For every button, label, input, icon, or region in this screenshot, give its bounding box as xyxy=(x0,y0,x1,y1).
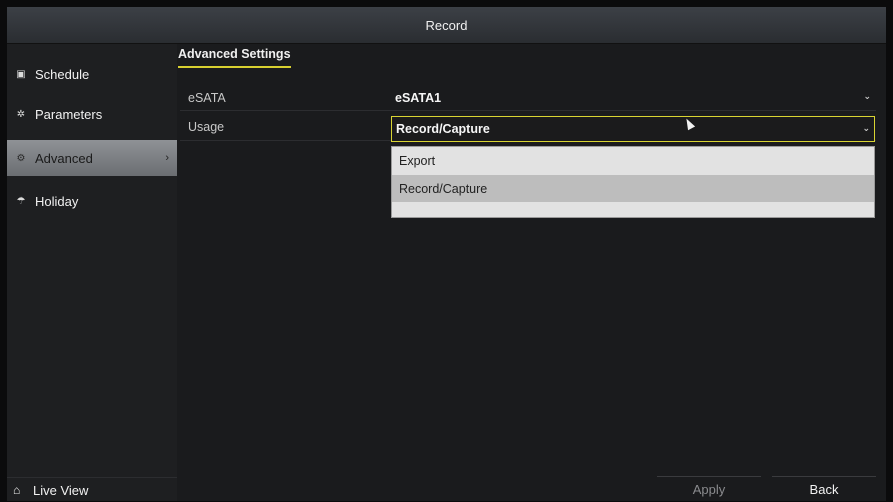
row-divider xyxy=(180,110,876,111)
dropdown-option-record-capture[interactable]: Record/Capture xyxy=(392,175,874,202)
home-icon: ⌂ xyxy=(13,483,21,497)
live-view-label: Live View xyxy=(33,482,89,498)
back-button[interactable]: Back xyxy=(772,476,876,502)
chevron-right-icon: › xyxy=(165,152,169,164)
usage-select[interactable]: Record/Capture ⌄ xyxy=(391,116,875,142)
advanced-gears-icon: ⚙ xyxy=(16,152,26,164)
usage-label: Usage xyxy=(188,120,225,134)
sidebar: ▣ Schedule ✲ Parameters ⚙ Advanced › ☂ H… xyxy=(7,44,177,501)
sidebar-item-holiday[interactable]: ☂ Holiday xyxy=(7,183,177,219)
sidebar-item-label: Schedule xyxy=(35,66,90,82)
esata-label: eSATA xyxy=(188,91,226,105)
sidebar-item-label: Parameters xyxy=(35,106,103,122)
usage-value: Record/Capture xyxy=(396,122,490,136)
usage-dropdown-list: Export Record/Capture xyxy=(391,146,875,218)
tab-advanced-settings[interactable]: Advanced Settings xyxy=(178,47,291,68)
chevron-down-icon: ⌄ xyxy=(863,91,871,101)
record-window: Record ▣ Schedule ✲ Parameters ⚙ Advance… xyxy=(7,7,886,501)
dropdown-option-export[interactable]: Export xyxy=(392,147,874,174)
window-title: Record xyxy=(425,17,468,33)
chevron-down-icon: ⌄ xyxy=(862,123,870,133)
sidebar-item-parameters[interactable]: ✲ Parameters xyxy=(7,96,177,132)
apply-button[interactable]: Apply xyxy=(657,476,761,502)
sidebar-item-label: Advanced xyxy=(35,150,93,166)
gear-icon: ✲ xyxy=(16,108,26,120)
esata-value: eSATA1 xyxy=(395,91,442,105)
sidebar-item-label: Holiday xyxy=(35,193,79,209)
sidebar-item-schedule[interactable]: ▣ Schedule xyxy=(7,56,177,92)
sidebar-item-advanced[interactable]: ⚙ Advanced › xyxy=(7,140,177,176)
title-bar: Record xyxy=(7,7,886,44)
esata-select[interactable]: eSATA1 ⌄ xyxy=(391,87,875,109)
live-view-button[interactable]: ⌂ Live View xyxy=(7,477,177,502)
calendar-icon: ▣ xyxy=(16,68,26,80)
holiday-icon: ☂ xyxy=(16,195,26,207)
